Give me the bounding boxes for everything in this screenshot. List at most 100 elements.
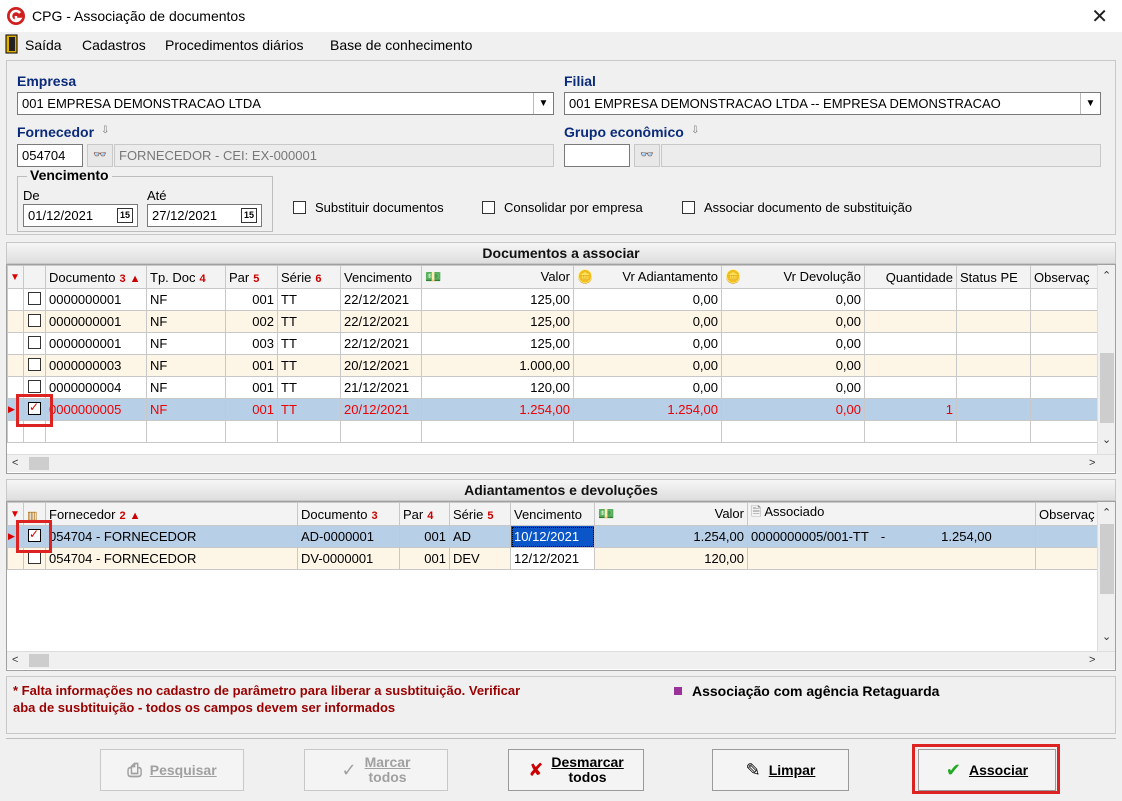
chevron-up-icon[interactable]: ⌃ (1102, 269, 1111, 282)
cell-tp: NF (146, 376, 226, 399)
col-vr-devolucao[interactable]: 🪙 Vr Devolução (721, 265, 865, 289)
chevron-up-icon[interactable]: ⌃ (1102, 506, 1111, 519)
sort-arrow-icon: ▲ (129, 509, 141, 522)
row-checkbox[interactable] (23, 310, 46, 333)
col-serie[interactable]: Série 6 (277, 265, 341, 289)
adiantamentos-table: ▼ ▥ Fornecedor 2 ▲ Documento 3 Par 4 Série 5 … (7, 502, 1100, 570)
scroll-thumb[interactable] (1100, 524, 1114, 594)
checkbox-icon[interactable] (28, 335, 41, 349)
warning-note: * Falta informações no cadastro de parâm… (13, 682, 520, 716)
col-par[interactable]: Par 5 (225, 265, 278, 289)
table-row[interactable]: 0000000001 NF 003 TT 22/12/2021 125,00 0,00 0,0… (7, 332, 1100, 355)
limpar-button[interactable]: ✎ Limpar (712, 749, 849, 791)
scroll-thumb[interactable] (29, 457, 49, 470)
col-tpdoc[interactable]: Tp. Doc 4 (146, 265, 226, 289)
row-checkbox[interactable] (23, 354, 46, 377)
adiantamentos-vscroll[interactable]: ⌃ ⌄ (1097, 502, 1115, 651)
cell-doc: 0000000005 (45, 398, 147, 421)
row-indicator (7, 288, 24, 311)
consolidar-checkbox[interactable]: Consolidar por empresa (482, 200, 643, 215)
cell-obs (1030, 354, 1100, 377)
cell-status (956, 332, 1031, 355)
close-icon[interactable]: ✕ (1091, 4, 1108, 29)
col-observacao[interactable]: Observaç (1030, 265, 1100, 289)
col-valor[interactable]: 💵 Valor (594, 502, 748, 526)
table-row[interactable]: 0000000001 NF 002 TT 22/12/2021 125,00 0,00 0,0… (7, 310, 1100, 333)
menu-procedimentos[interactable]: Procedimentos diários (165, 37, 304, 53)
table-row[interactable]: 0000000003 NF 001 TT 20/12/2021 1.000,00 0,00 0… (7, 354, 1100, 377)
money-icon: 💵 (425, 269, 442, 284)
table-row[interactable]: ▶054704 - FORNECEDORAD-0000001001AD10/12… (7, 525, 1100, 548)
checkbox-icon[interactable] (28, 357, 41, 371)
menu-cadastros[interactable]: Cadastros (82, 37, 146, 53)
calendar-icon[interactable]: 15 (241, 208, 257, 223)
binoculars-icon[interactable]: 👓 (634, 144, 660, 167)
row-checkbox[interactable] (23, 288, 46, 311)
ate-date-field[interactable]: 27/12/2021 15 (147, 204, 262, 227)
filter-arrow-icon[interactable]: ▼ (7, 265, 24, 289)
chevron-down-icon[interactable]: ⌄ (1102, 630, 1111, 643)
col-vencimento[interactable]: Vencimento (340, 265, 422, 289)
empresa-select[interactable]: 001 EMPRESA DEMONSTRACAO LTDA ▼ (17, 92, 554, 115)
binoculars-icon[interactable]: 👓 (87, 144, 113, 167)
documentos-vscroll[interactable]: ⌃ ⌄ (1097, 265, 1115, 454)
table-row[interactable]: 0000000001 NF 001 TT 22/12/2021 125,00 0,00 0,0… (7, 288, 1100, 311)
adiantamentos-hscroll[interactable]: < > (7, 651, 1115, 669)
col-documento[interactable]: Documento 3 (297, 502, 400, 526)
ate-label: Até (147, 188, 167, 203)
col-observacao[interactable]: Observaç (1035, 502, 1100, 526)
scroll-thumb[interactable] (29, 654, 49, 667)
checkbox-icon[interactable] (28, 291, 41, 305)
checkbox-icon[interactable] (28, 379, 41, 393)
col-valor[interactable]: 💵 Valor (421, 265, 574, 289)
col-quantidade[interactable]: Quantidade (864, 265, 957, 289)
chevron-right-icon[interactable]: > (1089, 457, 1095, 469)
chevron-left-icon[interactable]: < (12, 654, 18, 666)
scroll-thumb[interactable] (1100, 353, 1114, 423)
calendar-icon[interactable]: 15 (117, 208, 133, 223)
table-row[interactable]: ▶0000000005NF001TT20/12/20211.254,001.25… (7, 398, 1100, 421)
associar-sub-checkbox[interactable]: Associar documento de substituição (682, 200, 912, 215)
filial-label: Filial (564, 73, 596, 89)
menu-saida[interactable]: Saída (25, 37, 62, 53)
table-row[interactable]: 0000000004 NF 001 TT 21/12/2021 120,00 0,00 0,0… (7, 376, 1100, 399)
checkbox-icon[interactable] (293, 201, 306, 214)
checkbox-icon[interactable] (682, 201, 695, 214)
checkbox-icon[interactable] (28, 313, 41, 327)
chevron-down-icon[interactable]: ▼ (1080, 93, 1100, 114)
col-vencimento[interactable]: Vencimento (510, 502, 595, 526)
warning-line-2: aba de susbtituição - todos os campos de… (13, 700, 396, 715)
filial-select[interactable]: 001 EMPRESA DEMONSTRACAO LTDA -- EMPRESA… (564, 92, 1101, 115)
cell-doc: 0000000003 (45, 354, 147, 377)
col-vr-adiantamento[interactable]: 🪙 Vr Adiantamento (573, 265, 722, 289)
cell-par: 001 (225, 376, 278, 399)
pesquisar-button[interactable]: ⎙ Pesquisar (100, 749, 244, 791)
col-status-pe[interactable]: Status PE (956, 265, 1031, 289)
chevron-left-icon[interactable]: < (12, 457, 18, 469)
checkbox-icon[interactable] (482, 201, 495, 214)
cell-valor: 1.254,00 (421, 398, 574, 421)
col-serie[interactable]: Série 5 (449, 502, 511, 526)
col-par[interactable]: Par 4 (399, 502, 450, 526)
exit-door-icon[interactable] (5, 34, 19, 54)
documentos-hscroll[interactable]: < > (7, 454, 1115, 472)
marcar-todos-button[interactable]: ✓ Marcar todos (304, 749, 448, 791)
fornecedor-code-field[interactable]: 054704 (17, 144, 83, 167)
col-associado[interactable]: 🗎 Associado (747, 502, 1036, 526)
table-row[interactable]: 054704 - FORNECEDOR DV-0000001 001 DEV 12/12… (7, 547, 1100, 570)
desmarcar-todos-button[interactable]: ✘ Desmarcar todos (508, 749, 644, 791)
row-checkbox[interactable] (23, 332, 46, 355)
col-documento[interactable]: Documento 3 ▲ (45, 265, 147, 289)
de-date-field[interactable]: 01/12/2021 15 (23, 204, 138, 227)
cell-venc[interactable]: 10/12/2021 (510, 525, 595, 548)
chevron-down-icon[interactable]: ▼ (533, 93, 553, 114)
chevron-down-icon[interactable]: ⌄ (1102, 433, 1111, 446)
associado-doc: 0000000005/001-TT (751, 529, 869, 544)
substituir-checkbox[interactable]: Substituir documentos (293, 200, 444, 215)
grupo-code-field[interactable] (564, 144, 630, 167)
menu-base-conhecimento[interactable]: Base de conhecimento (330, 37, 472, 53)
cell-doc: 0000000004 (45, 376, 147, 399)
chevron-right-icon[interactable]: > (1089, 654, 1095, 666)
eraser-icon: ✎ (745, 759, 761, 780)
col-fornecedor[interactable]: Fornecedor 2 ▲ (45, 502, 298, 526)
